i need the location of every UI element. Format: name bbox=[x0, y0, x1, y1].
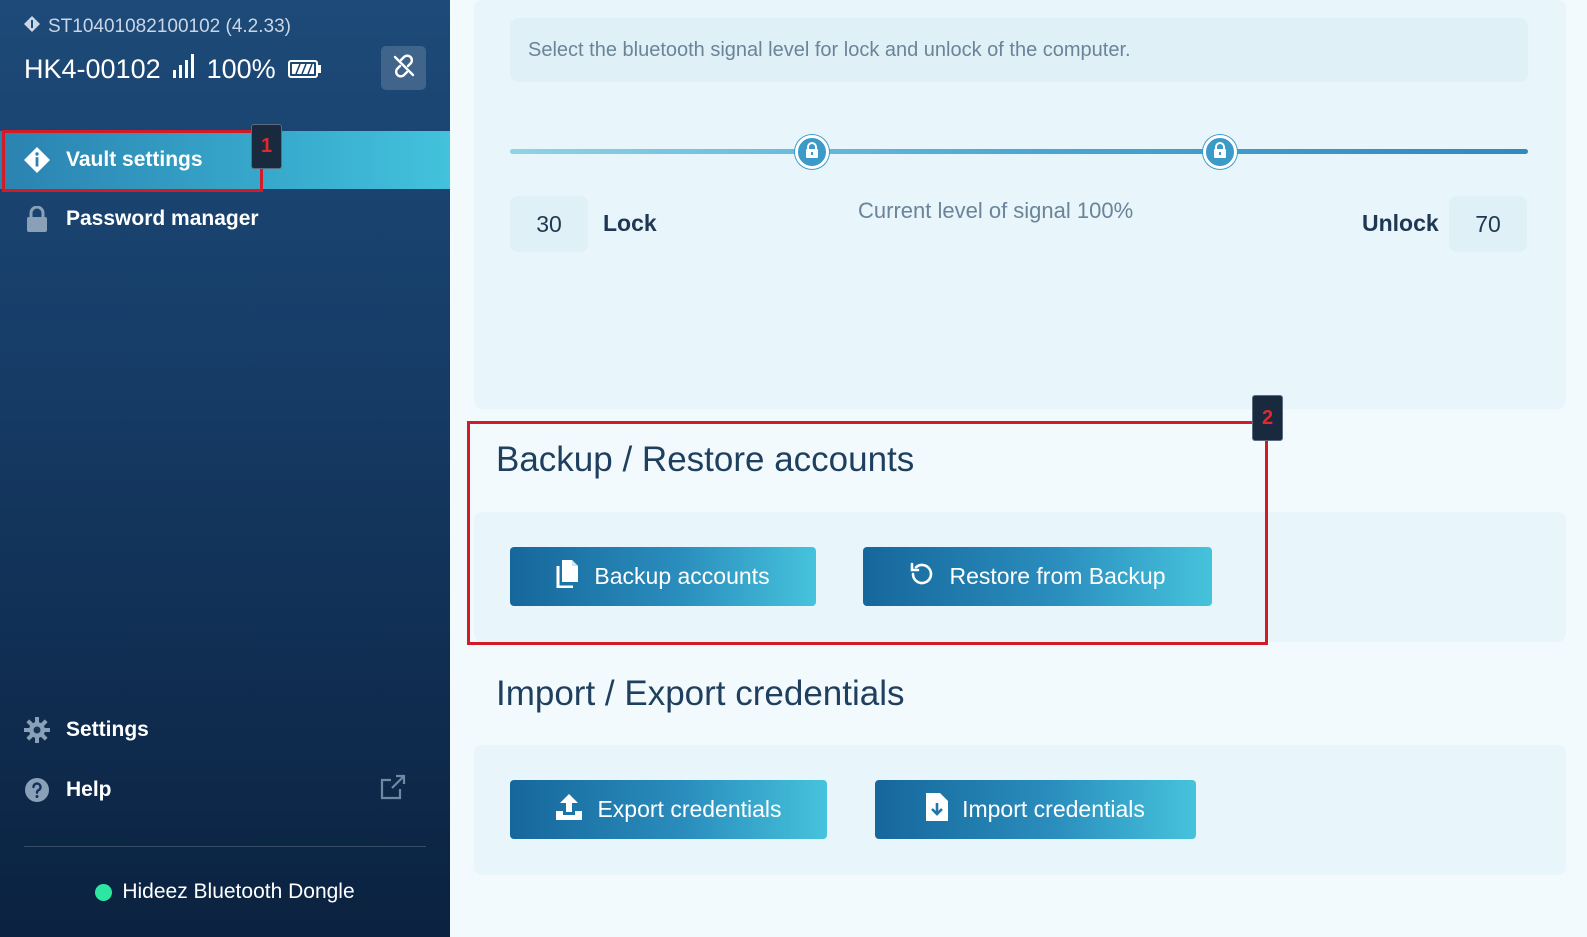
annotation-tag-1: 1 bbox=[251, 124, 282, 169]
sidebar-divider bbox=[24, 846, 426, 847]
export-credentials-button[interactable]: Export credentials bbox=[510, 780, 827, 839]
device-serial-text: ST10401082100102 (4.2.33) bbox=[48, 16, 291, 37]
upload-icon bbox=[555, 793, 583, 827]
proximity-hint: Select the bluetooth signal level for lo… bbox=[510, 18, 1528, 82]
battery-level: 100% bbox=[206, 54, 276, 84]
external-link-icon[interactable] bbox=[380, 774, 406, 806]
lock-label: Lock bbox=[603, 210, 657, 236]
question-circle-icon bbox=[24, 777, 50, 803]
sidebar-item-settings[interactable]: Settings bbox=[0, 701, 450, 759]
connected-dot-icon bbox=[95, 883, 113, 901]
sidebar-item-label: Help bbox=[66, 778, 112, 801]
annotation-box-2 bbox=[467, 421, 1268, 645]
device-name: HK4-00102 bbox=[24, 54, 161, 84]
unlock-level-handle[interactable] bbox=[1202, 135, 1237, 169]
lock-icon bbox=[24, 206, 50, 232]
unlock-value-box[interactable]: 70 bbox=[1449, 196, 1527, 252]
unlock-label: Unlock bbox=[1362, 210, 1439, 236]
sidebar-item-help[interactable]: Help bbox=[0, 761, 450, 819]
disconnect-device-button[interactable] bbox=[381, 46, 426, 90]
lock-value-box[interactable]: 30 bbox=[510, 196, 588, 252]
lock-icon bbox=[805, 141, 819, 163]
device-diamond-icon bbox=[24, 16, 40, 38]
file-import-icon bbox=[926, 792, 949, 827]
annotation-tag-2: 2 bbox=[1252, 395, 1283, 441]
signal-range-track[interactable] bbox=[510, 149, 1528, 154]
lock-icon bbox=[1213, 141, 1227, 163]
dongle-label: Hideez Bluetooth Dongle bbox=[122, 880, 355, 903]
annotation-box-1 bbox=[2, 130, 263, 192]
device-serial: ST10401082100102 (4.2.33) bbox=[24, 16, 291, 38]
signal-bars-icon bbox=[172, 54, 195, 85]
sidebar-item-label: Settings bbox=[66, 718, 149, 741]
import-export-section-title: Import / Export credentials bbox=[496, 674, 905, 713]
import-credentials-button[interactable]: Import credentials bbox=[875, 780, 1196, 839]
sidebar-item-password-manager[interactable]: Password manager bbox=[0, 190, 450, 248]
button-label: Export credentials bbox=[597, 796, 782, 822]
device-info-row: HK4-00102 100% bbox=[24, 54, 322, 85]
gear-icon bbox=[24, 717, 50, 743]
current-signal-level: Current level of signal 100% bbox=[858, 198, 1134, 223]
sidebar-item-label: Password manager bbox=[66, 207, 259, 230]
dongle-status: Hideez Bluetooth Dongle bbox=[0, 880, 450, 904]
battery-icon bbox=[287, 54, 322, 85]
button-label: Import credentials bbox=[962, 796, 1145, 822]
unlink-icon bbox=[392, 53, 416, 83]
